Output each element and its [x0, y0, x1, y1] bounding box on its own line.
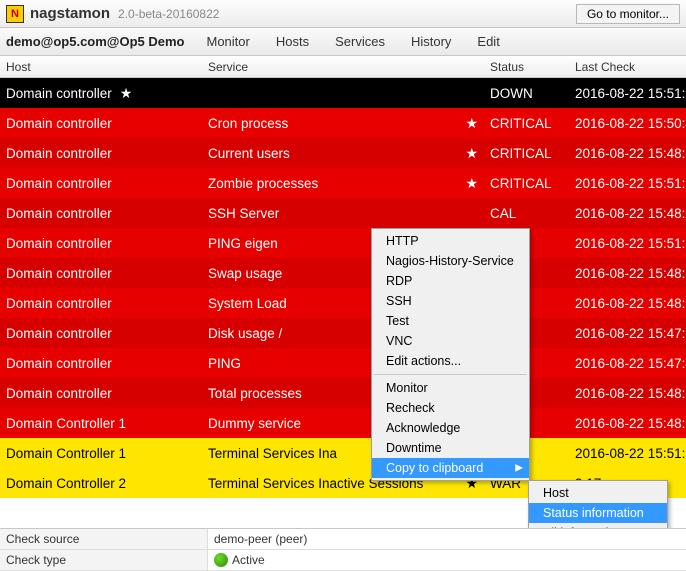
ctx-test[interactable]: Test	[372, 311, 529, 331]
cell-host: Domain controller	[0, 266, 208, 281]
active-status-icon	[214, 553, 228, 567]
cell-host: Domain controller	[0, 116, 208, 131]
goto-monitor-button[interactable]: Go to monitor...	[576, 4, 680, 24]
titlebar: N nagstamon 2.0-beta-20160822 Go to moni…	[0, 0, 686, 28]
menubar: demo@op5.com@Op5 Demo Monitor Hosts Serv…	[0, 28, 686, 56]
header-service[interactable]: Service	[208, 60, 490, 74]
column-headers: Host Service Status Last Check	[0, 56, 686, 78]
header-last-check[interactable]: Last Check	[575, 60, 686, 74]
ctx-ssh[interactable]: SSH	[372, 291, 529, 311]
cell-service: SSH Server	[208, 206, 490, 221]
menu-hosts[interactable]: Hosts	[272, 32, 313, 51]
cell-host: Domain controller	[0, 326, 208, 341]
cell-last-check: 2016-08-22 15:47:48	[575, 356, 686, 371]
table-row[interactable]: Domain Controller 1Dummy serviceCAL2016-…	[0, 408, 686, 438]
detail-value: demo-peer (peer)	[208, 529, 686, 549]
ctx-recheck[interactable]: Recheck	[372, 398, 529, 418]
table-row[interactable]: Domain controllerSSH ServerCAL2016-08-22…	[0, 198, 686, 228]
table-row[interactable]: Domain controllerZombie processes★CRITIC…	[0, 168, 686, 198]
server-label[interactable]: demo@op5.com@Op5 Demo	[6, 34, 185, 49]
cell-status: CRITICAL	[490, 146, 575, 161]
context-menu[interactable]: HTTP Nagios-History-Service RDP SSH Test…	[371, 228, 530, 481]
table-row[interactable]: Domain controllerPING eigenCAL2016-08-22…	[0, 228, 686, 258]
detail-label: Check type	[0, 550, 208, 570]
ctx-acknowledge[interactable]: Acknowledge	[372, 418, 529, 438]
cell-status: CRITICAL	[490, 176, 575, 191]
app-version: 2.0-beta-20160822	[118, 7, 219, 21]
header-status[interactable]: Status	[490, 60, 575, 74]
cell-last-check: 2016-08-22 15:51:04	[575, 236, 686, 251]
cell-last-check: 2016-08-22 15:48:03	[575, 206, 686, 221]
cell-last-check: 2016-08-22 15:47:56	[575, 326, 686, 341]
cell-host: Domain controller★	[0, 85, 208, 102]
table-row[interactable]: Domain controllerTotal processesCAL2016-…	[0, 378, 686, 408]
star-icon: ★	[465, 145, 478, 162]
cell-last-check: 2016-08-22 15:48:23	[575, 146, 686, 161]
status-rows: Domain controller★DOWN2016-08-22 15:51:2…	[0, 78, 686, 498]
star-icon: ★	[120, 85, 133, 102]
cell-last-check: 2016-08-22 15:48:08	[575, 386, 686, 401]
cell-host: Domain controller	[0, 206, 208, 221]
cell-last-check: 2016-08-22 15:48:23	[575, 296, 686, 311]
app-title: nagstamon	[30, 5, 110, 22]
table-row[interactable]: Domain controllerCron process★CRITICAL20…	[0, 108, 686, 138]
cell-host: Domain controller	[0, 356, 208, 371]
cell-host: Domain Controller 1	[0, 416, 208, 431]
cell-host: Domain controller	[0, 386, 208, 401]
detail-value-text: Active	[232, 553, 265, 567]
header-host[interactable]: Host	[0, 60, 208, 74]
menu-services[interactable]: Services	[331, 32, 389, 51]
menu-monitor[interactable]: Monitor	[203, 32, 254, 51]
ctx-copy-label: Copy to clipboard	[386, 461, 483, 475]
table-row[interactable]: Domain controllerCurrent users★CRITICAL2…	[0, 138, 686, 168]
detail-check-source: Check source demo-peer (peer)	[0, 529, 686, 550]
cell-last-check: 2016-08-22 15:48:53	[575, 266, 686, 281]
menu-history[interactable]: History	[407, 32, 455, 51]
app-logo-icon: N	[6, 5, 24, 23]
cell-last-check: 2016-08-22 15:51:23	[575, 86, 686, 101]
cell-last-check: 2016-08-22 15:50:41	[575, 116, 686, 131]
detail-check-type: Check type Active	[0, 550, 686, 571]
cell-host: Domain controller	[0, 296, 208, 311]
cell-status: CAL	[490, 206, 575, 221]
cell-host: Domain controller	[0, 236, 208, 251]
cell-service: Zombie processes★	[208, 175, 490, 192]
detail-value: Active	[208, 550, 686, 570]
ctx-downtime[interactable]: Downtime	[372, 438, 529, 458]
ctx-nagios-history[interactable]: Nagios-History-Service	[372, 251, 529, 271]
cell-service: Current users★	[208, 145, 490, 162]
ctx-copy-clipboard[interactable]: Copy to clipboard ▶	[372, 458, 529, 478]
cell-service: Cron process★	[208, 115, 490, 132]
star-icon: ★	[465, 175, 478, 192]
detail-panel: Check source demo-peer (peer) Check type…	[0, 528, 686, 569]
detail-label: Check source	[0, 529, 208, 549]
ctx-rdp[interactable]: RDP	[372, 271, 529, 291]
table-row[interactable]: Domain controllerDisk usage /CAL2016-08-…	[0, 318, 686, 348]
ctx-edit-actions[interactable]: Edit actions...	[372, 351, 529, 371]
ctx-vnc[interactable]: VNC	[372, 331, 529, 351]
ctx-http[interactable]: HTTP	[372, 231, 529, 251]
ctx-monitor[interactable]: Monitor	[372, 378, 529, 398]
cell-status: DOWN	[490, 86, 575, 101]
sub-host[interactable]: Host	[529, 483, 667, 503]
table-row[interactable]: Domain controllerSwap usageCAL2016-08-22…	[0, 258, 686, 288]
cell-last-check: 2016-08-22 15:48:23	[575, 416, 686, 431]
table-row[interactable]: Domain Controller 1Terminal Services Ina…	[0, 438, 686, 468]
table-row[interactable]: Domain controllerSystem LoadCAL2016-08-2…	[0, 288, 686, 318]
cell-host: Domain controller	[0, 176, 208, 191]
table-row[interactable]: Domain controller★ DOWN2016-08-22 15:51:2…	[0, 78, 686, 108]
submenu-arrow-icon: ▶	[515, 463, 523, 474]
cell-status: CRITICAL	[490, 116, 575, 131]
cell-last-check: 2016-08-22 15:51:20	[575, 176, 686, 191]
star-icon: ★	[465, 115, 478, 132]
sub-status-info[interactable]: Status information	[529, 503, 667, 523]
cell-host: Domain Controller 1	[0, 446, 208, 461]
cell-last-check: 2016-08-22 15:51:09	[575, 446, 686, 461]
cell-host: Domain controller	[0, 146, 208, 161]
table-row[interactable]: Domain controllerPINGCAL2016-08-22 15:47…	[0, 348, 686, 378]
ctx-separator	[374, 374, 527, 375]
menu-edit[interactable]: Edit	[473, 32, 503, 51]
cell-host: Domain Controller 2	[0, 476, 208, 491]
